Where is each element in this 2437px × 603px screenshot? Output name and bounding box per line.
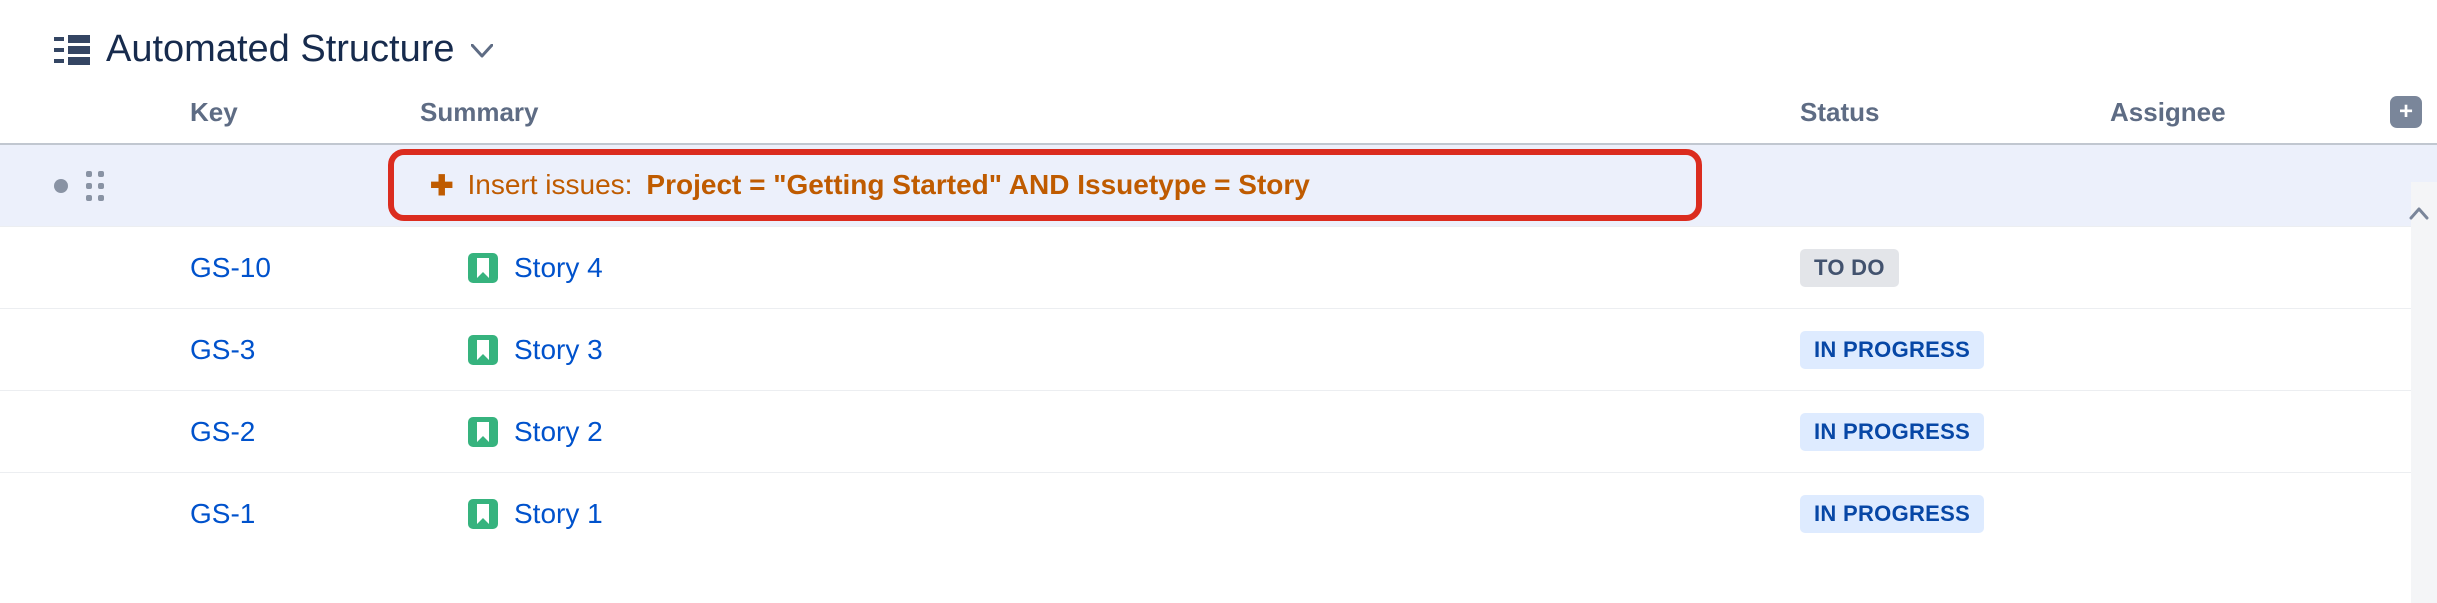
story-issuetype-icon	[468, 499, 498, 529]
column-header-key[interactable]: Key	[190, 97, 420, 128]
table-row[interactable]: GS-10 Story 4 TO DO	[0, 227, 2437, 309]
status-badge[interactable]: IN PROGRESS	[1800, 331, 1984, 369]
drag-handle-icon[interactable]	[86, 171, 104, 201]
story-issuetype-icon	[468, 417, 498, 447]
structure-grid: Key Summary Status Assignee + ✚ Insert	[0, 81, 2437, 555]
status-badge[interactable]: IN PROGRESS	[1800, 495, 1984, 533]
table-row[interactable]: GS-1 Story 1 IN PROGRESS	[0, 473, 2437, 555]
column-header-status[interactable]: Status	[1800, 97, 2110, 128]
column-header-assignee[interactable]: Assignee	[2110, 97, 2390, 128]
story-issuetype-icon	[468, 253, 498, 283]
scrollbar-track[interactable]	[2411, 182, 2437, 603]
table-row[interactable]: GS-2 Story 2 IN PROGRESS	[0, 391, 2437, 473]
status-badge[interactable]: IN PROGRESS	[1800, 413, 1984, 451]
issue-summary-link[interactable]: Story 3	[514, 334, 603, 366]
scroll-up-icon[interactable]	[2409, 196, 2429, 227]
chevron-down-icon[interactable]	[471, 34, 493, 65]
story-issuetype-icon	[468, 335, 498, 365]
insert-jql: Project = "Getting Started" AND Issuetyp…	[646, 169, 1309, 201]
table-row[interactable]: GS-3 Story 3 IN PROGRESS	[0, 309, 2437, 391]
status-badge[interactable]: TO DO	[1800, 249, 1899, 287]
column-header-summary[interactable]: Summary	[420, 97, 1800, 128]
add-column-button[interactable]: +	[2390, 96, 2422, 128]
issue-summary-link[interactable]: Story 4	[514, 252, 603, 284]
issue-key-link[interactable]: GS-1	[190, 498, 255, 529]
issue-summary-link[interactable]: Story 2	[514, 416, 603, 448]
issue-key-link[interactable]: GS-3	[190, 334, 255, 365]
insert-generator-row[interactable]: ✚ Insert issues: Project = "Getting Star…	[0, 145, 2437, 227]
issue-key-link[interactable]: GS-2	[190, 416, 255, 447]
insert-label: Insert issues:	[467, 169, 632, 201]
page-title[interactable]: Automated Structure	[106, 28, 455, 71]
structure-icon	[54, 35, 90, 65]
issue-key-link[interactable]: GS-10	[190, 252, 271, 283]
plus-icon: ✚	[430, 169, 453, 202]
row-marker-icon	[54, 179, 68, 193]
table-header: Key Summary Status Assignee +	[0, 81, 2437, 145]
insert-issues-generator[interactable]: ✚ Insert issues: Project = "Getting Star…	[388, 149, 1702, 221]
issue-summary-link[interactable]: Story 1	[514, 498, 603, 530]
